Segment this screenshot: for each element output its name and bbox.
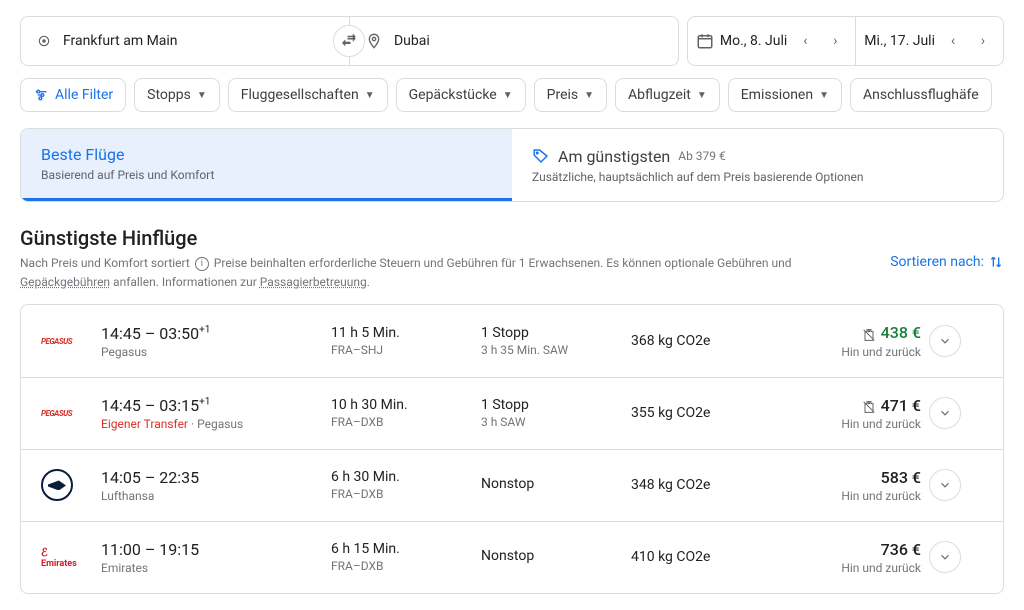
return-date-field[interactable]: Mi., 17. Juli ‹ ›	[856, 17, 1003, 65]
return-date-text: Mi., 17. Juli	[864, 33, 935, 49]
search-bar: Frankfurt am Main Dubai Mo., 8. Juli ‹ ›	[20, 16, 1004, 66]
sort-icon	[988, 254, 1004, 270]
price-filter[interactable]: Preis▼	[534, 78, 607, 112]
origin-field[interactable]: Frankfurt am Main	[21, 17, 350, 65]
chevron-down-icon	[938, 550, 952, 564]
self-transfer-label: Eigener Transfer	[101, 417, 188, 431]
flight-row[interactable]: PEGASUS 14:45 – 03:15+1 Eigener Transfer…	[21, 378, 1003, 450]
chevron-down-icon: ▼	[503, 90, 513, 101]
flight-price: 438 € Hin und zurück	[801, 323, 921, 358]
chevron-down-icon	[938, 478, 952, 492]
depart-next-button[interactable]: ›	[823, 29, 847, 53]
expand-button[interactable]	[929, 325, 961, 357]
flight-stops: 1 Stopp 3 h SAW	[481, 397, 631, 429]
destination-icon	[366, 33, 382, 49]
chevron-down-icon: ▼	[197, 90, 207, 101]
no-bag-icon	[861, 326, 877, 342]
swap-button[interactable]	[333, 25, 365, 57]
origin-text: Frankfurt am Main	[63, 33, 178, 49]
pegasus-logo: PEGASUS	[41, 409, 72, 418]
expand-cell	[921, 325, 961, 357]
sort-button[interactable]: Sortieren nach:	[890, 254, 1004, 270]
flight-duration: 10 h 30 Min. FRA–DXB	[331, 397, 481, 429]
chevron-down-icon: ▼	[697, 90, 707, 101]
flight-emissions: 355 kg CO2e	[631, 405, 801, 421]
chevron-down-icon	[938, 334, 952, 348]
time-filter[interactable]: Abflugzeit▼	[615, 78, 720, 112]
tab-best-sub: Basierend auf Preis und Komfort	[41, 168, 492, 182]
flight-times: 14:45 – 03:50+1 Pegasus	[101, 324, 331, 359]
depart-date-field[interactable]: Mo., 8. Juli ‹ ›	[688, 17, 855, 65]
chevron-down-icon: ▼	[365, 90, 375, 101]
emissions-filter[interactable]: Emissionen▼	[728, 78, 842, 112]
flight-price: 736 € Hin und zurück	[801, 540, 921, 575]
section-subtitle: Nach Preis und Komfort sortiert i Preise…	[20, 254, 800, 292]
tab-cheap-sub: Zusätzliche, hauptsächlich auf dem Preis…	[532, 170, 983, 184]
result-tabs: Beste Flüge Basierend auf Preis und Komf…	[20, 128, 1004, 202]
return-prev-button[interactable]: ‹	[941, 29, 965, 53]
flight-emissions: 368 kg CO2e	[631, 333, 801, 349]
expand-button[interactable]	[929, 397, 961, 429]
stops-filter[interactable]: Stopps▼	[134, 78, 220, 112]
date-group: Mo., 8. Juli ‹ › Mi., 17. Juli ‹ ›	[687, 16, 1004, 66]
flights-list: PEGASUS 14:45 – 03:50+1 Pegasus 11 h 5 M…	[20, 304, 1004, 594]
bags-filter[interactable]: Gepäckstücke▼	[396, 78, 526, 112]
chevron-down-icon: ▼	[819, 90, 829, 101]
expand-cell	[921, 397, 961, 429]
calendar-icon	[696, 32, 714, 50]
baggage-fees-link[interactable]: Gepäckgebühren	[20, 275, 110, 289]
flight-price: 583 € Hin und zurück	[801, 468, 921, 503]
airline-logo-cell	[41, 469, 101, 501]
flight-row[interactable]: ℰEmirates 11:00 – 19:15 Emirates 6 h 15 …	[21, 522, 1003, 593]
section-header: Günstigste Hinflüge Nach Preis und Komfo…	[20, 226, 1004, 292]
return-next-button[interactable]: ›	[971, 29, 995, 53]
tag-icon	[532, 147, 550, 165]
section-title: Günstigste Hinflüge	[20, 226, 1004, 250]
tab-best-title: Beste Flüge	[41, 145, 492, 164]
expand-cell	[921, 469, 961, 501]
depart-prev-button[interactable]: ‹	[793, 29, 817, 53]
chevron-down-icon	[938, 406, 952, 420]
flight-stops: 1 Stopp 3 h 35 Min. SAW	[481, 325, 631, 357]
flight-price: 471 € Hin und zurück	[801, 396, 921, 431]
expand-button[interactable]	[929, 469, 961, 501]
destination-field[interactable]: Dubai	[350, 17, 678, 65]
chevron-down-icon: ▼	[584, 90, 594, 101]
flight-times: 14:05 – 22:35 Lufthansa	[101, 468, 331, 503]
expand-button[interactable]	[929, 541, 961, 573]
info-icon[interactable]: i	[195, 257, 209, 271]
flight-row[interactable]: PEGASUS 14:45 – 03:50+1 Pegasus 11 h 5 M…	[21, 305, 1003, 377]
flight-stops: Nonstop	[481, 476, 631, 494]
flight-times: 11:00 – 19:15 Emirates	[101, 540, 331, 575]
airline-logo-cell: ℰEmirates	[41, 546, 101, 569]
pegasus-logo: PEGASUS	[41, 337, 72, 346]
lufthansa-logo	[41, 469, 73, 501]
flight-times: 14:45 – 03:15+1 Eigener Transfer · Pegas…	[101, 396, 331, 431]
passenger-care-link[interactable]: Passagierbetreuung	[260, 275, 367, 289]
expand-cell	[921, 541, 961, 573]
flight-stops: Nonstop	[481, 548, 631, 566]
tab-cheapest[interactable]: Am günstigsten Ab 379 € Zusätzliche, hau…	[512, 129, 1003, 201]
filters-row: Alle Filter Stopps▼ Fluggesellschaften▼ …	[20, 78, 1004, 112]
flight-emissions: 348 kg CO2e	[631, 477, 801, 493]
airlines-filter[interactable]: Fluggesellschaften▼	[228, 78, 388, 112]
flight-row[interactable]: 14:05 – 22:35 Lufthansa 6 h 30 Min. FRA–…	[21, 450, 1003, 522]
no-bag-icon	[861, 399, 877, 415]
destination-text: Dubai	[394, 33, 430, 49]
flight-duration: 6 h 30 Min. FRA–DXB	[331, 469, 481, 501]
emirates-logo: ℰEmirates	[41, 546, 77, 569]
airline-logo-cell: PEGASUS	[41, 409, 101, 418]
flight-emissions: 410 kg CO2e	[631, 549, 801, 565]
depart-date-text: Mo., 8. Juli	[720, 33, 787, 49]
flight-duration: 11 h 5 Min. FRA–SHJ	[331, 325, 481, 357]
connecting-filter[interactable]: Anschlussflughäfe	[850, 78, 992, 112]
tab-best[interactable]: Beste Flüge Basierend auf Preis und Komf…	[21, 129, 512, 201]
flight-duration: 6 h 15 Min. FRA–DXB	[331, 541, 481, 573]
location-group: Frankfurt am Main Dubai	[20, 16, 679, 66]
all-filters-button[interactable]: Alle Filter	[20, 78, 126, 112]
origin-icon	[37, 34, 51, 48]
filter-icon	[33, 87, 49, 103]
airline-logo-cell: PEGASUS	[41, 337, 101, 346]
